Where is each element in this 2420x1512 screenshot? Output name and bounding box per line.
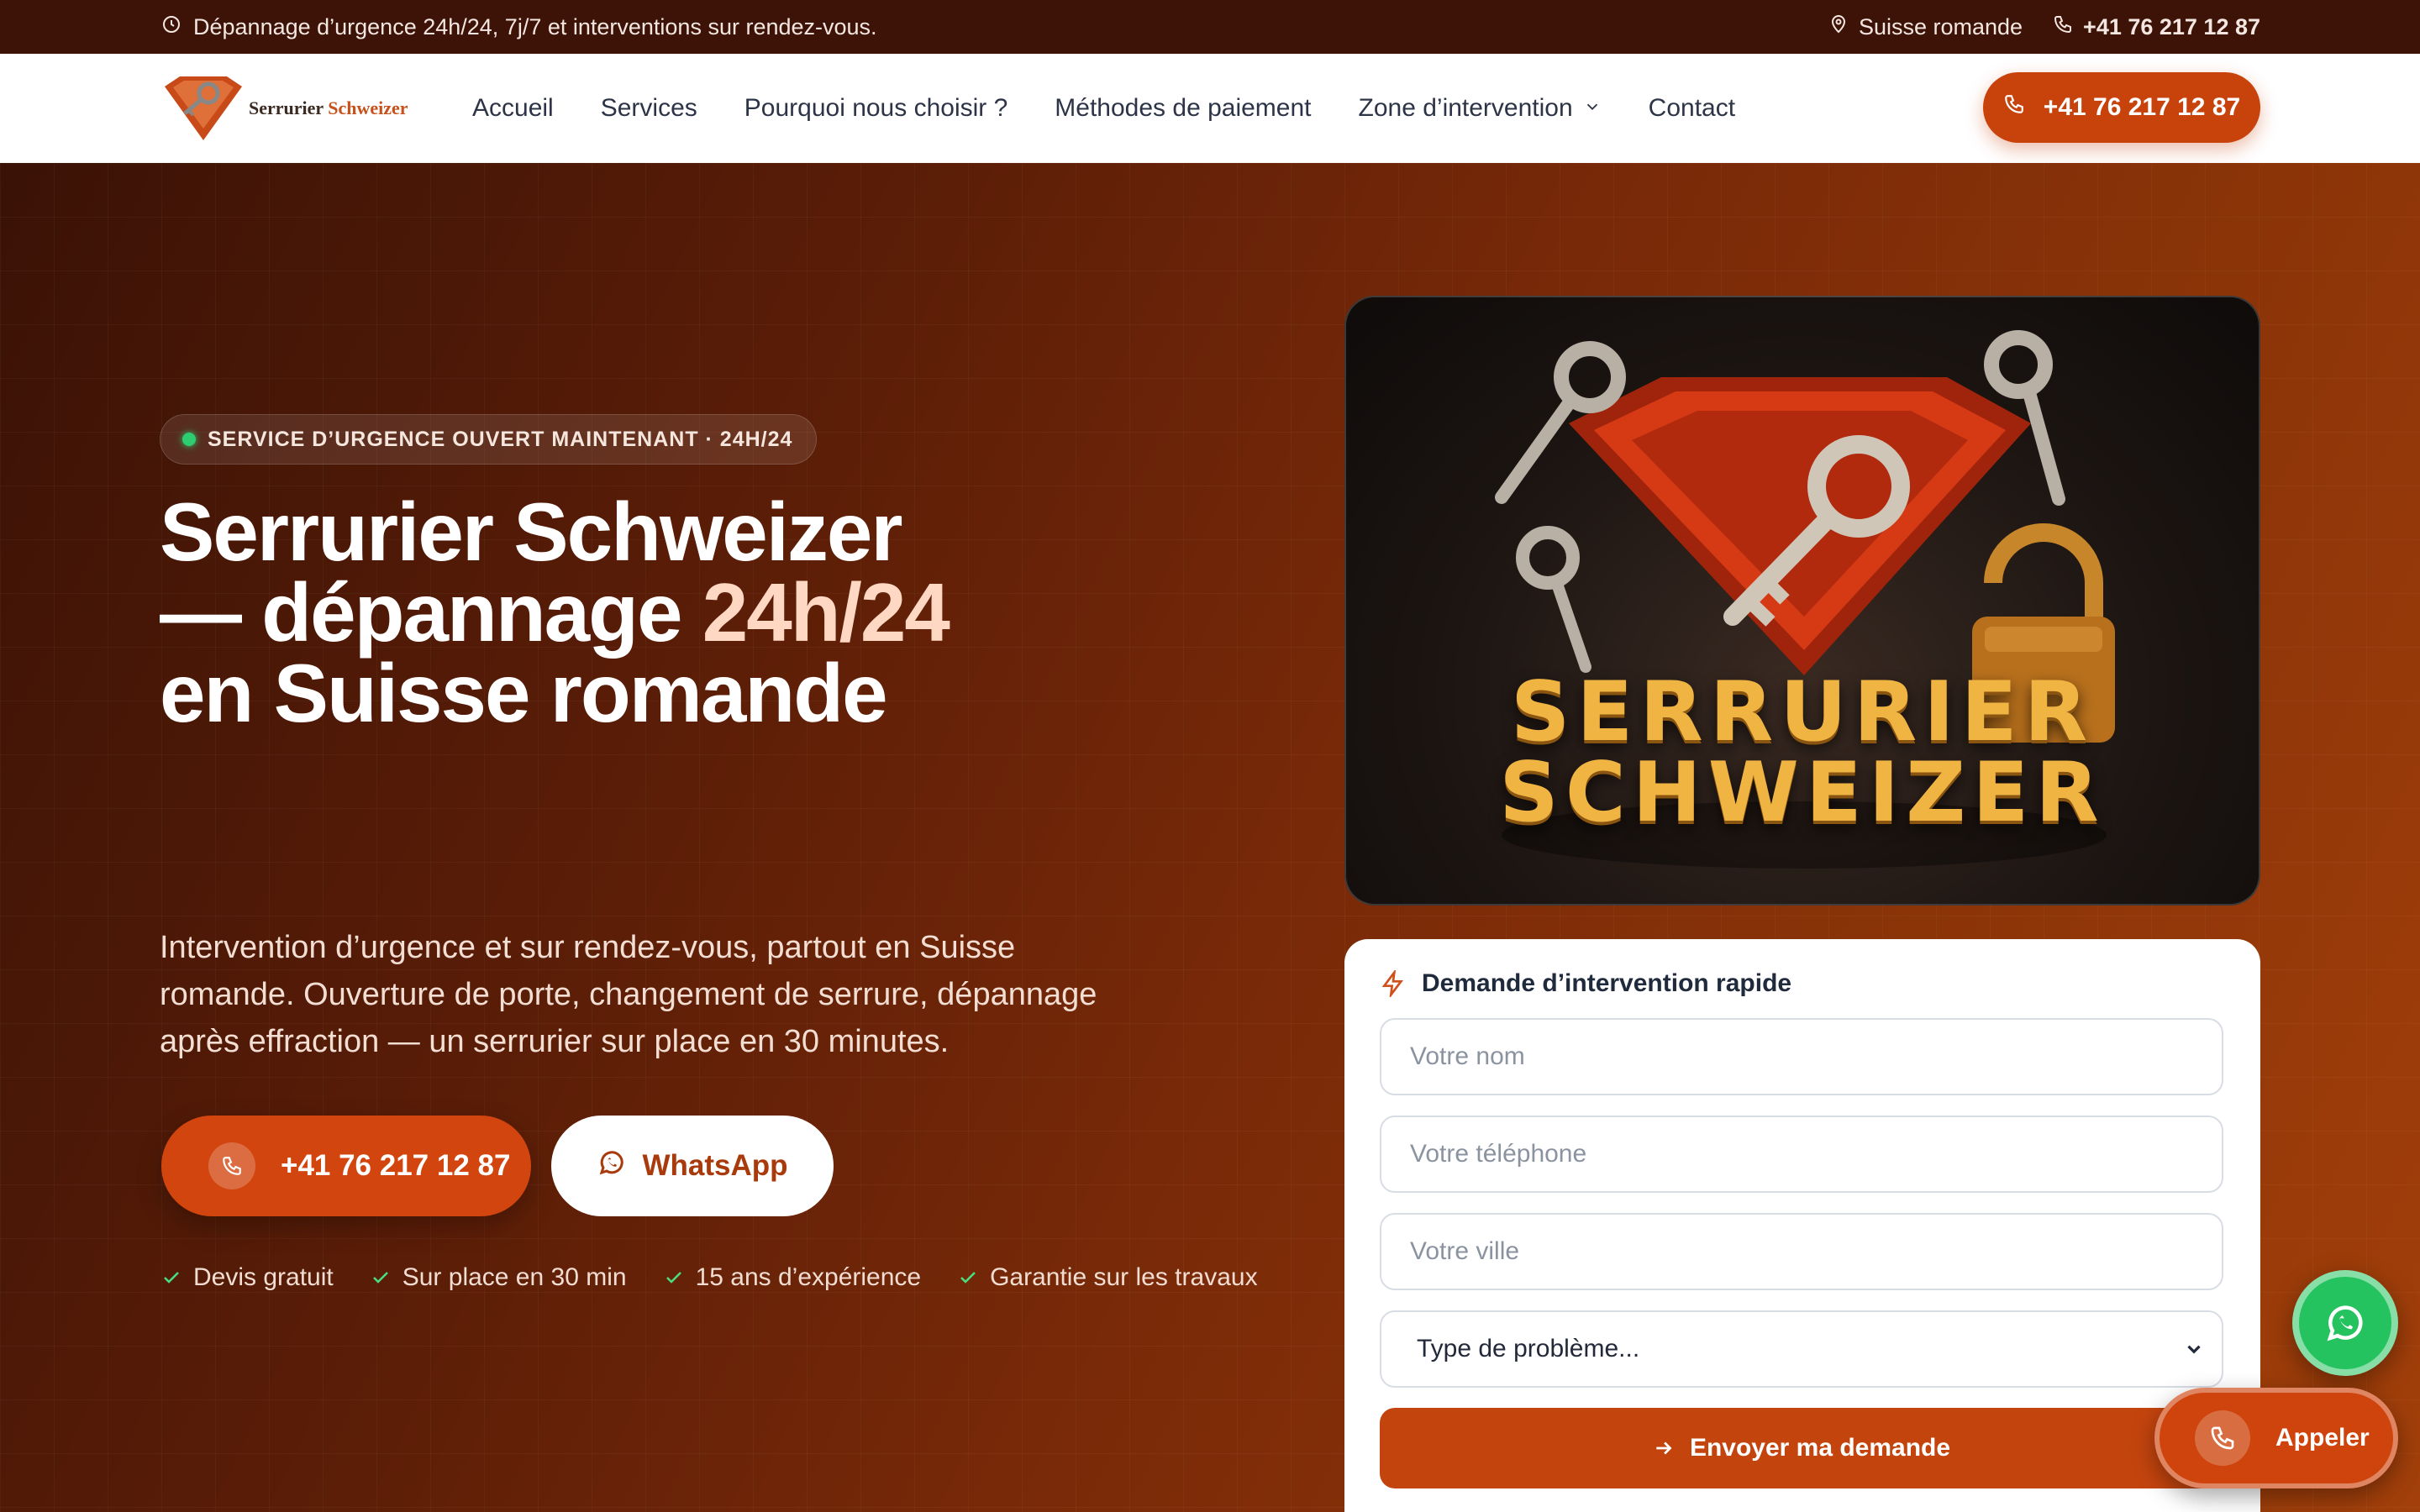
nav-label: Contact	[1648, 94, 1736, 122]
nav-label: Services	[600, 94, 697, 122]
site-logo[interactable]: Serrurier Schweizer	[161, 73, 413, 144]
form-header: Demande d’intervention rapide	[1380, 969, 2225, 998]
city-input[interactable]: Votre ville	[1380, 1213, 2223, 1290]
phone-icon-circle	[208, 1142, 255, 1189]
chevron-down-icon	[2187, 1345, 2201, 1354]
logo-word-1: Serrurier	[249, 97, 324, 118]
phone-placeholder: Votre téléphone	[1410, 1140, 1587, 1168]
phone-icon	[223, 1157, 241, 1175]
nav-item-pourquoi[interactable]: Pourquoi nous choisir ?	[744, 94, 1008, 123]
quick-request-form: Demande d’intervention rapide Votre nom …	[1344, 939, 2260, 1512]
check-icon	[960, 1272, 976, 1284]
benefit-item: Devis gratuit	[161, 1263, 334, 1292]
map-pin-icon	[1828, 14, 1849, 40]
site-header: Serrurier Schweizer Accueil Services Pou…	[0, 54, 2420, 163]
nav-label: Accueil	[472, 94, 554, 122]
whatsapp-icon	[2327, 1305, 2363, 1341]
phone-icon	[2053, 14, 2073, 40]
nav-item-paiement[interactable]: Méthodes de paiement	[1055, 94, 1311, 123]
phone-icon	[2003, 93, 2025, 122]
check-icon	[372, 1272, 388, 1284]
whatsapp-button[interactable]: WhatsApp	[551, 1116, 834, 1216]
topbar-notice-group: Dépannage d’urgence 24h/24, 7j/7 et inte…	[161, 14, 877, 40]
status-badge-label: SERVICE D’URGENCE OUVERT MAINTENANT · 24…	[208, 427, 793, 451]
hero-call-label: +41 76 217 12 87	[281, 1149, 511, 1182]
check-icon	[164, 1272, 179, 1284]
nav-item-zone[interactable]: Zone d’intervention	[1359, 94, 1602, 123]
benefit-label: Devis gratuit	[193, 1263, 334, 1291]
benefits-list: Devis gratuit Sur place en 30 min 15 ans…	[161, 1263, 1258, 1292]
status-badge: SERVICE D’URGENCE OUVERT MAINTENANT · 24…	[160, 414, 818, 465]
benefit-item: Sur place en 30 min	[371, 1263, 627, 1292]
phone-input[interactable]: Votre téléphone	[1380, 1116, 2223, 1193]
submit-request-button[interactable]: Envoyer ma demande	[1380, 1408, 2223, 1488]
status-dot	[182, 433, 196, 446]
topbar-region: Suisse romande	[1828, 14, 2023, 40]
lightning-icon	[1381, 970, 1403, 997]
name-placeholder: Votre nom	[1410, 1042, 1525, 1070]
nav-item-accueil[interactable]: Accueil	[472, 94, 554, 123]
topbar-region-label: Suisse romande	[1858, 13, 2023, 39]
benefit-item: Garantie sur les travaux	[958, 1263, 1258, 1292]
submit-label: Envoyer ma demande	[1689, 1434, 1951, 1462]
main-nav: Accueil Services Pourquoi nous choisir ?…	[472, 94, 1735, 123]
chevron-down-icon	[1583, 94, 1602, 123]
phone-icon-circle	[2195, 1410, 2250, 1466]
diamond-key-logo-icon	[165, 76, 242, 140]
brand-image-card: SERRURIER SCHWEIZER	[1344, 296, 2260, 906]
problem-type-select[interactable]: Type de problème...	[1380, 1310, 2223, 1388]
arrow-right-icon	[1656, 1441, 1672, 1455]
name-input[interactable]: Votre nom	[1380, 1018, 2223, 1095]
topbar-contact-group: Suisse romande +41 76 217 12 87	[1828, 14, 2260, 40]
benefit-label: Garantie sur les travaux	[990, 1263, 1258, 1291]
floating-call-label: Appeler	[2275, 1424, 2370, 1452]
floating-whatsapp-button[interactable]	[2292, 1270, 2398, 1376]
hero-call-button[interactable]: +41 76 217 12 87	[161, 1116, 531, 1216]
header-call-button[interactable]: +41 76 217 12 87	[1983, 72, 2260, 143]
card-title-line-1: SERRURIER	[1510, 664, 2095, 760]
top-info-bar: Dépannage d’urgence 24h/24, 7j/7 et inte…	[0, 0, 2420, 54]
nav-label: Zone d’intervention	[1358, 94, 1573, 122]
form-title: Demande d’intervention rapide	[1422, 969, 1792, 997]
title-line-1: Serrurier Schweizer	[160, 486, 903, 578]
title-line-2a: — dépannage	[160, 566, 702, 659]
topbar-phone: +41 76 217 12 87	[2083, 13, 2260, 39]
title-highlight: 24h/24	[702, 566, 950, 659]
title-line-3: en Suisse romande	[160, 647, 888, 739]
nav-label: Pourquoi nous choisir ?	[744, 94, 1008, 122]
topbar-phone-link[interactable]: +41 76 217 12 87	[2053, 14, 2260, 40]
phone-icon	[2211, 1426, 2234, 1450]
nav-label: Méthodes de paiement	[1055, 94, 1312, 122]
card-title-line-2: SCHWEIZER	[1499, 745, 2106, 841]
nav-item-contact[interactable]: Contact	[1649, 94, 1735, 123]
whatsapp-icon	[597, 1147, 627, 1185]
page-title: Serrurier Schweizer — dépannage 24h/24 e…	[160, 491, 1252, 734]
check-icon	[666, 1272, 681, 1284]
logo-wordmark: Serrurier Schweizer	[249, 97, 408, 119]
header-call-label: +41 76 217 12 87	[2043, 93, 2241, 121]
benefit-label: Sur place en 30 min	[402, 1263, 627, 1291]
benefit-label: 15 ans d’expérience	[695, 1263, 922, 1291]
whatsapp-label: WhatsApp	[642, 1149, 788, 1182]
topbar-notice: Dépannage d’urgence 24h/24, 7j/7 et inte…	[193, 13, 877, 39]
problem-select-value: Type de problème...	[1417, 1335, 1640, 1362]
benefit-item: 15 ans d’expérience	[664, 1263, 922, 1292]
hero-description: Intervention d’urgence et sur rendez-vou…	[160, 930, 1097, 1059]
nav-item-services[interactable]: Services	[601, 94, 697, 123]
clock-icon	[161, 14, 182, 40]
city-placeholder: Votre ville	[1410, 1237, 1520, 1265]
logo-word-2: Schweizer	[328, 97, 408, 118]
floating-call-button[interactable]: Appeler	[2154, 1388, 2398, 1488]
